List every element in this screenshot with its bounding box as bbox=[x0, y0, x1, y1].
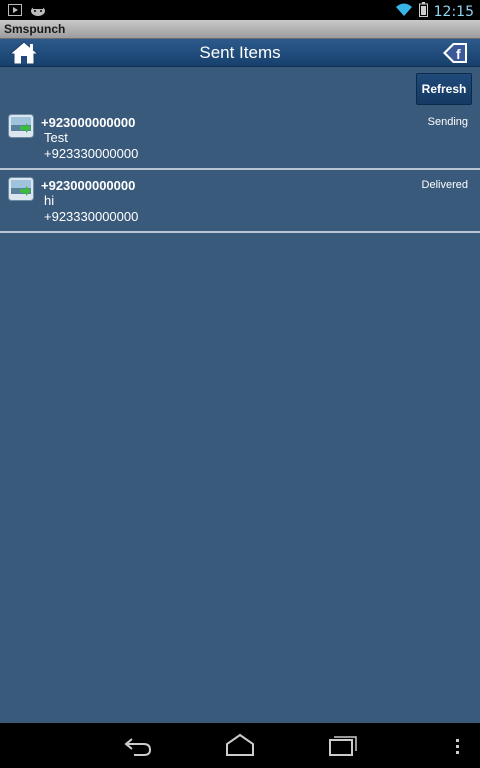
recent-apps-button[interactable] bbox=[327, 731, 359, 764]
app-title-bar: Smspunch bbox=[0, 20, 480, 39]
battery-icon bbox=[418, 2, 428, 22]
list-item[interactable]: +923000000000 hi +923330000000 Delivered bbox=[0, 170, 480, 233]
message-icon bbox=[8, 177, 34, 201]
overflow-menu-icon bbox=[456, 739, 459, 754]
message-recipient: +923000000000 bbox=[41, 178, 136, 193]
refresh-button[interactable]: Refresh bbox=[416, 73, 472, 105]
message-sender: +923330000000 bbox=[44, 146, 139, 161]
app-title: Smspunch bbox=[4, 22, 66, 36]
wifi-icon bbox=[395, 3, 413, 22]
message-icon bbox=[8, 114, 34, 138]
message-recipient: +923000000000 bbox=[41, 115, 136, 130]
overflow-menu-button[interactable] bbox=[452, 731, 464, 764]
page-title: Sent Items bbox=[199, 43, 281, 62]
sent-items-list: Refresh +923000000000 Test +923330000000… bbox=[0, 67, 480, 723]
svg-text:f: f bbox=[456, 46, 461, 62]
list-item[interactable]: +923000000000 Test +923330000000 Sending bbox=[0, 107, 480, 170]
android-icon bbox=[30, 3, 46, 21]
home-nav-button[interactable] bbox=[224, 731, 256, 764]
back-icon bbox=[124, 738, 152, 756]
play-icon bbox=[8, 3, 22, 21]
facebook-button[interactable]: f bbox=[442, 42, 468, 64]
back-button[interactable] bbox=[122, 731, 154, 764]
home-nav-icon bbox=[226, 733, 254, 756]
status-bar: 12:15 bbox=[0, 0, 480, 20]
recent-apps-icon bbox=[329, 736, 357, 756]
header: Sent Items f bbox=[0, 39, 480, 67]
message-text: hi bbox=[44, 193, 55, 208]
facebook-icon: f bbox=[443, 43, 467, 63]
status-time: 12:15 bbox=[433, 4, 474, 20]
message-sender: +923330000000 bbox=[44, 209, 139, 224]
message-status: Sending bbox=[427, 116, 468, 128]
navigation-bar bbox=[0, 723, 480, 768]
message-status: Delivered bbox=[421, 179, 468, 191]
message-text: Test bbox=[44, 130, 68, 145]
